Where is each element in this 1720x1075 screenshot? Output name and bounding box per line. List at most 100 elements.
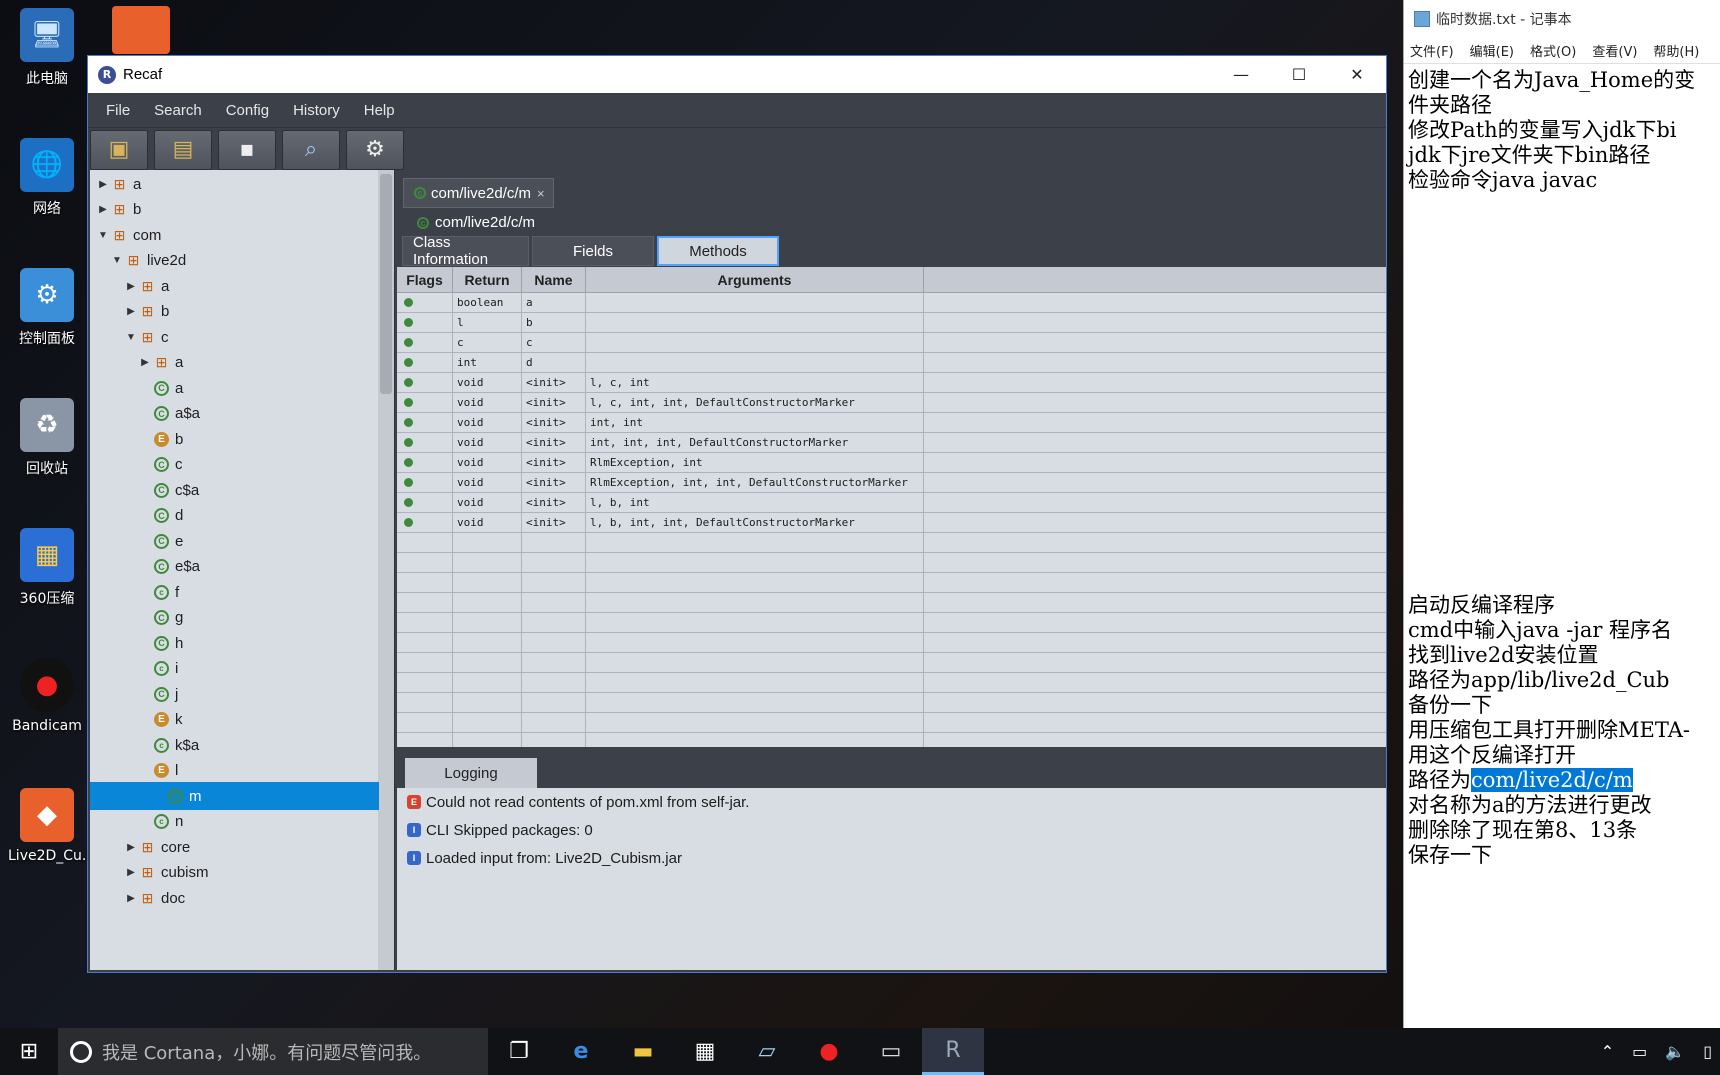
tree-node[interactable]: Cm	[90, 782, 379, 810]
tab-methods[interactable]: Methods	[657, 236, 779, 266]
tree-node[interactable]: cf	[138, 578, 179, 606]
tab-logging[interactable]: Logging	[405, 758, 537, 788]
notepad-taskbar-button[interactable]: ▱	[736, 1028, 798, 1075]
notification-icon[interactable]: ▯	[1703, 1042, 1712, 1061]
record-button[interactable]: ●	[798, 1028, 860, 1075]
file-explorer-button[interactable]: ▬	[612, 1028, 674, 1075]
tree-node[interactable]: cn	[138, 808, 183, 836]
tree-node[interactable]: ▶ ⊞ core	[124, 833, 190, 861]
tree-node[interactable]: El	[138, 757, 178, 785]
volume-icon[interactable]: 🔈	[1665, 1042, 1685, 1061]
tree-node[interactable]: Ca	[138, 374, 183, 402]
tree-node[interactable]: Cj	[138, 680, 178, 708]
edge-button[interactable]: e	[550, 1028, 612, 1075]
tree-node[interactable]: Ch	[138, 629, 183, 657]
np-menu-format[interactable]: 格式(O)	[1530, 41, 1576, 60]
minimize-button[interactable]: —	[1212, 56, 1270, 93]
tree-node[interactable]: Cc	[138, 451, 183, 479]
live2d-top-icon[interactable]	[112, 6, 170, 54]
desktop-icon-bandicam[interactable]: ● Bandicam	[8, 658, 86, 734]
collapsed-arrow-icon[interactable]: ▶	[96, 179, 110, 190]
tree-node[interactable]: ▶ ⊞ a	[138, 349, 183, 377]
desktop-icon-360zip[interactable]: ▦ 360压缩	[8, 528, 86, 608]
cortana-search[interactable]: 我是 Cortana，小娜。有问题尽管问我。	[58, 1028, 488, 1075]
table-row[interactable]: void <init> l, c, int	[397, 373, 1386, 393]
search-button[interactable]: ⌕	[282, 129, 340, 170]
tree-node[interactable]: Ca$a	[138, 400, 200, 428]
tree-node[interactable]: Cd	[138, 502, 183, 530]
store-button[interactable]: ▦	[674, 1028, 736, 1075]
network-tray-icon[interactable]: ▭	[1632, 1042, 1647, 1061]
tree-scrollbar-thumb[interactable]	[380, 174, 392, 394]
start-button[interactable]: ⊞	[0, 1028, 58, 1075]
table-row[interactable]: int d	[397, 353, 1386, 373]
tree-node[interactable]: Cc$a	[138, 476, 199, 504]
desktop-icon-control-panel[interactable]: ⚙ 控制面板	[8, 268, 86, 348]
tree-node[interactable]: ▼ ⊞ com	[96, 221, 161, 249]
tree-node[interactable]: Cg	[138, 604, 183, 632]
tree-node[interactable]: Ce$a	[138, 553, 200, 581]
save-jar-button[interactable]: ▤	[154, 129, 212, 170]
tree-node[interactable]: ▶ ⊞ a	[124, 272, 169, 300]
recaf-taskbar-button[interactable]: R	[922, 1028, 984, 1075]
np-menu-file[interactable]: 文件(F)	[1410, 41, 1454, 60]
table-row[interactable]: void <init> RlmException, int	[397, 453, 1386, 473]
tree-node[interactable]: ▼ ⊞ live2d	[110, 247, 186, 275]
tree-node[interactable]: Ce	[138, 527, 183, 555]
col-return[interactable]: Return	[453, 267, 522, 292]
menu-history[interactable]: History	[281, 102, 352, 119]
table-row[interactable]: void <init> l, c, int, int, DefaultConstru…	[397, 393, 1386, 413]
tree-node[interactable]: c k$a	[138, 731, 199, 759]
collapsed-arrow-icon[interactable]: ▶	[124, 867, 138, 878]
save-button[interactable]: ▪	[218, 129, 276, 170]
tree-node[interactable]: Eb	[138, 425, 183, 453]
chevron-up-icon[interactable]: ⌃	[1601, 1042, 1614, 1061]
collapsed-arrow-icon[interactable]: ▶	[124, 842, 138, 853]
tree-node[interactable]: ▶ ⊞ doc	[124, 884, 185, 912]
terminal-button[interactable]: ▭	[860, 1028, 922, 1075]
col-arguments[interactable]: Arguments	[586, 267, 924, 292]
tree-node[interactable]: ▶ ⊞ b	[124, 298, 169, 326]
menu-file[interactable]: File	[94, 102, 142, 119]
table-row[interactable]: boolean a	[397, 293, 1386, 313]
tab-fields[interactable]: Fields	[532, 236, 654, 266]
expanded-arrow-icon[interactable]: ▼	[96, 230, 110, 241]
notepad-text-area[interactable]: 创建一个名为Java_Home的变 件夹路径 修改Path的变量写入jdk下bi jd…	[1404, 64, 1720, 868]
desktop-icon-network[interactable]: 🌐 网络	[8, 138, 86, 218]
expanded-arrow-icon[interactable]: ▼	[110, 255, 124, 266]
np-menu-help[interactable]: 帮助(H)	[1653, 41, 1699, 60]
collapsed-arrow-icon[interactable]: ▶	[124, 893, 138, 904]
col-flags[interactable]: Flags	[397, 267, 453, 292]
expanded-arrow-icon[interactable]: ▼	[124, 332, 138, 343]
table-row[interactable]: void <init> l, b, int, int, DefaultConstru…	[397, 513, 1386, 533]
table-row[interactable]: void <init> int, int, int, DefaultConstruc…	[397, 433, 1386, 453]
tree-node[interactable]: ▶ ⊞ cubism	[124, 859, 208, 887]
maximize-button[interactable]: ☐	[1270, 56, 1328, 93]
table-row[interactable]: void <init> l, b, int	[397, 493, 1386, 513]
collapsed-arrow-icon[interactable]: ▶	[96, 204, 110, 215]
tab-class-information[interactable]: Class Information	[402, 234, 529, 268]
task-view-button[interactable]: ❐	[488, 1028, 550, 1075]
table-row[interactable]: void <init> int, int	[397, 413, 1386, 433]
collapsed-arrow-icon[interactable]: ▶	[124, 306, 138, 317]
desktop-icon-live2d[interactable]: ◆ Live2D_Cu...	[8, 788, 86, 864]
collapsed-arrow-icon[interactable]: ▶	[124, 281, 138, 292]
tree-node[interactable]: ▶ ⊞ b	[96, 196, 141, 224]
np-menu-edit[interactable]: 编辑(E)	[1470, 41, 1514, 60]
menu-search[interactable]: Search	[142, 102, 214, 119]
tab-class-m[interactable]: c com/live2d/c/m ×	[403, 178, 554, 208]
desktop-icon-computer[interactable]: 🖥 此电脑	[8, 8, 86, 88]
tree-node[interactable]: ci	[138, 655, 178, 683]
table-row[interactable]: lb	[397, 313, 1386, 333]
tree-scrollbar[interactable]	[378, 170, 394, 970]
table-row[interactable]: cc	[397, 333, 1386, 353]
close-button[interactable]: ✕	[1328, 56, 1386, 93]
menu-help[interactable]: Help	[352, 102, 407, 119]
config-button[interactable]: ⚙	[346, 129, 404, 170]
tree-node[interactable]: ▶ ⊞ a	[96, 170, 141, 198]
menu-config[interactable]: Config	[214, 102, 281, 119]
table-row[interactable]: void <init> RlmException, int, int, Defaul…	[397, 473, 1386, 493]
tab-close-icon[interactable]: ×	[537, 186, 545, 201]
tree-node[interactable]: ▼ ⊞ c	[124, 323, 168, 351]
collapsed-arrow-icon[interactable]: ▶	[138, 357, 152, 368]
